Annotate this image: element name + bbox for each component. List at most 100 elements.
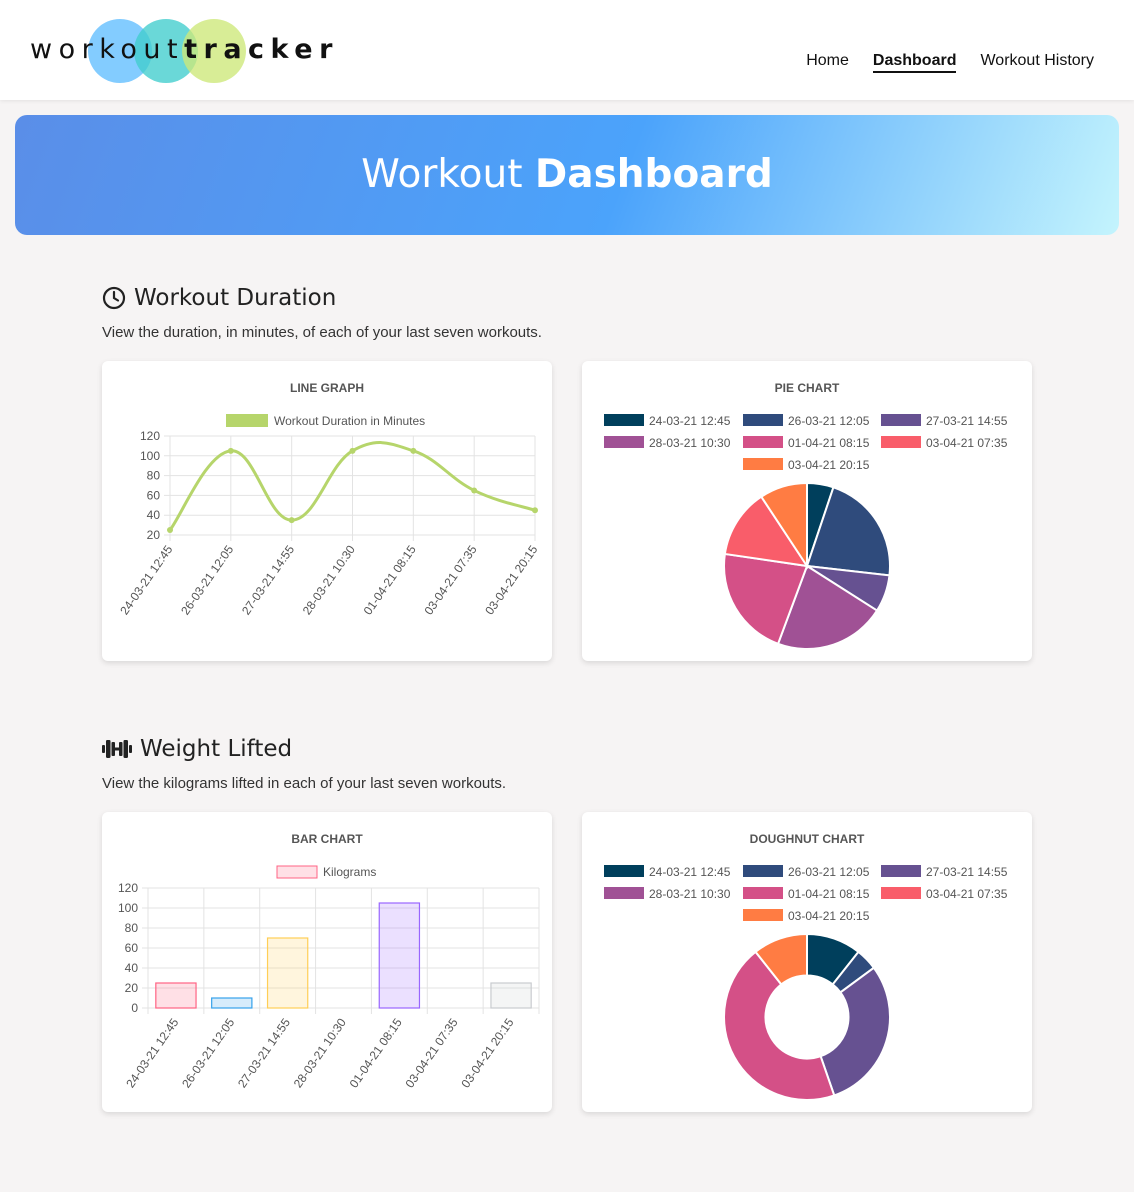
data-point (532, 507, 538, 514)
x-tick-label: 26-03-21 12:05 (178, 542, 236, 617)
legend-swatch (743, 414, 783, 426)
slice (819, 966, 891, 1097)
navbar: workouttracker Home Dashboard Workout Hi… (0, 0, 1134, 100)
legend-label: 28-03-21 10:30 (649, 436, 731, 450)
main-nav: Home Dashboard Workout History (806, 52, 1094, 73)
bar (378, 902, 421, 1009)
page-title-bold: Dashboard (534, 152, 773, 197)
legend-swatch (881, 865, 921, 877)
x-tick-label: 28-03-21 10:30 (291, 1015, 349, 1090)
bar (266, 937, 309, 1009)
pie-chart[interactable]: 24-03-21 12:45 26-03-21 12:05 27-03-21 14:… (582, 361, 1032, 661)
x-tick-label: 26-03-21 12:05 (179, 1015, 237, 1090)
legend-label: 03-04-21 20:15 (788, 458, 870, 472)
x-tick-label: 28-03-21 10:30 (300, 542, 358, 617)
data-point (167, 527, 173, 534)
x-tick-label: 01-04-21 08:15 (361, 542, 419, 617)
y-tick-label: 40 (147, 508, 161, 522)
y-tick-label: 100 (140, 449, 160, 463)
duration-section-description: View the duration, in minutes, of each o… (102, 324, 542, 341)
x-tick-label: 01-04-21 08:15 (347, 1015, 405, 1090)
brand-wordmark: workouttracker (30, 34, 339, 65)
pie-chart-card: PIE CHART 24-03-21 12:45 26-03-21 12:05 27… (582, 361, 1032, 661)
brand-logo[interactable]: workouttracker (30, 18, 332, 84)
legend-swatch (743, 865, 783, 877)
data-point (288, 517, 295, 524)
dumbbell-icon (102, 740, 132, 758)
data-point (471, 487, 478, 494)
brand-light: workout (30, 34, 185, 65)
legend-swatch (604, 436, 644, 448)
legend-swatch (226, 414, 268, 427)
nav-workout-history[interactable]: Workout History (980, 52, 1094, 73)
legend-label: 01-04-21 08:15 (788, 887, 870, 901)
legend-swatch (604, 865, 644, 877)
line-graph-card: LINE GRAPH Workout Duration in Minutes 20… (102, 361, 552, 661)
nav-home[interactable]: Home (806, 52, 849, 73)
bar (155, 982, 197, 1009)
legend-label: 03-04-21 07:35 (926, 887, 1008, 901)
doughnut-chart-card: DOUGHNUT CHART 24-03-21 12:45 26-03-21 12… (582, 812, 1032, 1112)
x-tick-label: 24-03-21 12:45 (117, 542, 175, 617)
legend-swatch (743, 436, 783, 448)
bar (211, 997, 253, 1009)
y-tick-label: 120 (118, 881, 138, 895)
dashboard-banner: Workout Dashboard (15, 115, 1119, 235)
legend-swatch (604, 887, 644, 899)
y-tick-label: 60 (147, 488, 161, 502)
legend-swatch (881, 436, 921, 448)
nav-dashboard[interactable]: Dashboard (872, 52, 957, 73)
legend-label: 24-03-21 12:45 (649, 865, 731, 879)
legend-swatch (881, 414, 921, 426)
legend-label: 03-04-21 20:15 (788, 909, 870, 923)
bar (490, 982, 532, 1009)
page-title-light: Workout (361, 152, 535, 197)
y-tick-label: 40 (125, 961, 139, 975)
y-tick-label: 20 (147, 528, 161, 542)
legend-label: 27-03-21 14:55 (926, 865, 1008, 879)
legend-swatch (881, 887, 921, 899)
line-graph[interactable]: Workout Duration in Minutes 20 40 60 80 100 12… (102, 361, 552, 661)
legend-label: Kilograms (323, 865, 376, 879)
data-point (410, 447, 417, 454)
doughnut-chart[interactable]: 24-03-21 12:45 26-03-21 12:05 27-03-21 14:… (582, 812, 1032, 1112)
clock-icon (102, 286, 126, 310)
legend-label: Workout Duration in Minutes (274, 414, 425, 428)
legend-swatch (743, 458, 783, 470)
legend-swatch (604, 414, 644, 426)
weight-section-description: View the kilograms lifted in each of you… (102, 775, 507, 792)
legend-swatch (743, 909, 783, 921)
x-tick-label: 03-04-21 20:15 (458, 1015, 516, 1090)
weight-title-text: Weight Lifted (140, 736, 293, 762)
y-tick-label: 120 (140, 429, 160, 443)
x-tick-label: 03-04-21 20:15 (482, 542, 540, 617)
legend-swatch (743, 887, 783, 899)
legend-label: 01-04-21 08:15 (788, 436, 870, 450)
legend-swatch (276, 865, 318, 879)
y-tick-label: 100 (118, 901, 138, 915)
x-tick-label: 03-04-21 07:35 (421, 542, 479, 617)
data-point (349, 447, 356, 454)
y-tick-label: 60 (125, 941, 139, 955)
y-tick-label: 20 (125, 981, 139, 995)
legend-label: 24-03-21 12:45 (649, 414, 731, 428)
legend-label: 27-03-21 14:55 (926, 414, 1008, 428)
duration-title-text: Workout Duration (134, 285, 337, 311)
duration-section-title: Workout Duration (102, 285, 336, 311)
bar-chart-card: BAR CHART Kilograms 0 20 40 60 80 100 120 24-03-… (102, 812, 552, 1112)
legend-label: 28-03-21 10:30 (649, 887, 731, 901)
y-tick-label: 0 (131, 1001, 138, 1015)
x-tick-label: 27-03-21 14:55 (235, 1015, 293, 1090)
page-title: Workout Dashboard (15, 155, 1119, 194)
x-tick-label: 03-04-21 07:35 (403, 1015, 461, 1090)
legend-label: 26-03-21 12:05 (788, 414, 870, 428)
x-tick-label: 27-03-21 14:55 (239, 542, 297, 617)
bar-chart[interactable]: Kilograms 0 20 40 60 80 100 120 24-03-21 12:4526… (102, 812, 552, 1112)
legend-label: 03-04-21 07:35 (926, 436, 1008, 450)
brand-bold: tracker (184, 34, 339, 65)
y-tick-label: 80 (147, 469, 161, 483)
x-tick-label: 24-03-21 12:45 (123, 1015, 181, 1090)
legend-label: 26-03-21 12:05 (788, 865, 870, 879)
data-point (227, 447, 234, 454)
weight-section-title: Weight Lifted (102, 736, 292, 762)
